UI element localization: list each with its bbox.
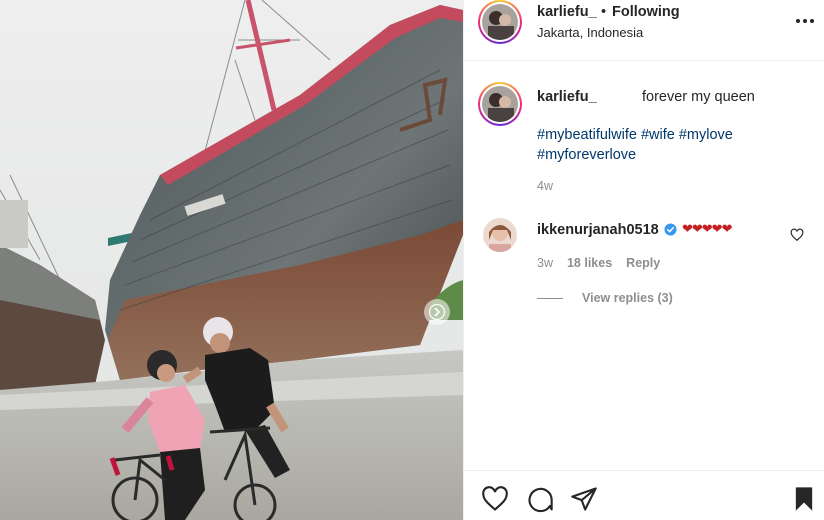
like-button[interactable]: [481, 485, 509, 513]
comment-text: ❤❤❤❤❤: [682, 221, 732, 236]
separator-dot: •: [601, 4, 607, 20]
avatar-image: [482, 86, 518, 122]
reply-button[interactable]: Reply: [626, 256, 660, 270]
save-button[interactable]: [790, 485, 818, 513]
verified-badge-icon: [664, 223, 677, 236]
commenter-avatar[interactable]: [483, 218, 517, 252]
comment-button[interactable]: [526, 485, 554, 513]
hashtag-link[interactable]: #mylove: [679, 127, 733, 143]
post-photo[interactable]: [0, 0, 463, 520]
comment-timestamp[interactable]: 3w: [537, 256, 553, 270]
commenter-username[interactable]: ikkenurjanah0518: [537, 222, 659, 238]
chevron-right-icon: [429, 304, 445, 320]
avatar-image: [483, 218, 517, 252]
caption-author-username[interactable]: karliefu_: [537, 89, 597, 105]
hashtag-link[interactable]: #mybeatifulwife: [537, 127, 637, 143]
carousel-next-button[interactable]: [424, 299, 450, 325]
avatar-image: [482, 4, 518, 40]
action-bar: [464, 470, 824, 520]
location-link[interactable]: Jakarta, Indonesia: [537, 25, 643, 40]
paper-plane-icon: [571, 487, 597, 511]
bookmark-filled-icon: [795, 487, 813, 511]
view-replies-button[interactable]: View replies (3): [582, 291, 673, 305]
author-username[interactable]: karliefu_: [537, 4, 597, 20]
heart-outline-icon: [482, 486, 508, 511]
caption-timestamp[interactable]: 4w: [537, 179, 553, 193]
author-avatar[interactable]: [478, 0, 522, 44]
caption-hashtags: #mybeatifulwife #wife #mylove #myforever…: [537, 125, 787, 165]
comment-bubble-icon: [528, 487, 553, 513]
share-button[interactable]: [570, 485, 598, 513]
hashtag-link[interactable]: #wife: [641, 127, 675, 143]
comment-meta: 3w 18 likes Reply: [537, 256, 660, 270]
caption-author-avatar[interactable]: [478, 82, 522, 126]
comment-likes[interactable]: 18 likes: [567, 256, 612, 270]
caption-text: forever my queen: [642, 89, 755, 105]
following-button[interactable]: Following: [612, 4, 680, 20]
more-options-icon[interactable]: [796, 14, 818, 28]
post-header: karliefu_ • Following Jakarta, Indonesia: [464, 0, 824, 61]
replies-divider: [537, 298, 563, 299]
hashtag-link[interactable]: #myforeverlove: [537, 147, 636, 163]
photo-scene: [0, 0, 463, 520]
heart-outline-icon[interactable]: [790, 228, 804, 242]
post-detail-panel: karliefu_ • Following Jakarta, Indonesia…: [463, 0, 824, 520]
